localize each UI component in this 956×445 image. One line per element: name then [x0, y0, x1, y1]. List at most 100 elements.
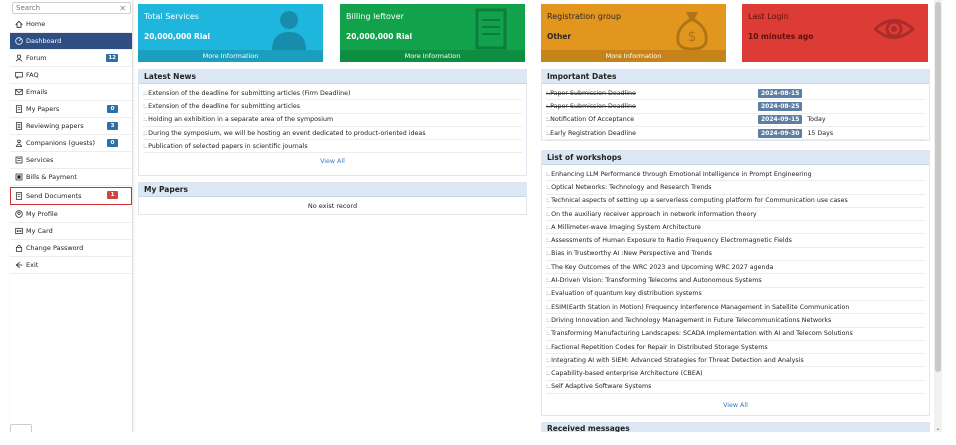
bullet: :. — [546, 316, 551, 324]
more-information-link[interactable]: More Information — [340, 50, 525, 62]
bullet: :. — [546, 263, 551, 271]
workshop-item-text: Assessments of Human Exposure to Radio F… — [551, 237, 792, 245]
scrollbar-thumb[interactable] — [935, 2, 941, 372]
news-item[interactable]: :. During the symposium, we will be hosti… — [143, 127, 522, 141]
sidebar-item-send-documents[interactable]: Send Documents 1 — [10, 187, 132, 205]
registration-group-card: $ Registration group Other More Informat… — [541, 4, 726, 62]
workshop-item[interactable]: :. Transforming Manufacturing Landscapes:… — [546, 328, 925, 341]
news-view-all-link[interactable]: View All — [139, 158, 526, 165]
sidebar-item-change-password[interactable]: Change Password — [10, 240, 132, 257]
date-label-text: Paper Submission Deadline — [550, 89, 636, 97]
workshop-item-text: AI-Driven Vision: Transforming Telecoms … — [551, 277, 762, 285]
workshop-item[interactable]: :. The Key Outcomes of the WRC 2023 and U… — [546, 261, 925, 275]
more-information-link[interactable]: More Information — [541, 50, 726, 62]
workshop-item[interactable]: :. ESIM(Earth Station in Motion) Frequenc… — [546, 301, 925, 315]
sidebar-item-label: Bills & Payment — [26, 173, 77, 181]
date-label: :.Paper Submission Deadline — [546, 90, 758, 97]
card-value: 20,000,000 Rial — [144, 32, 211, 41]
bullet: :. — [546, 197, 551, 205]
sidebar-item-label: Dashboard — [26, 37, 62, 45]
paper-icon — [14, 105, 23, 114]
workshop-item[interactable]: :. On the auxiliary receiver approach in … — [546, 208, 925, 222]
sidebar-item-my-card[interactable]: My Card — [10, 223, 132, 240]
bullet: :. — [546, 383, 551, 391]
workshop-item[interactable]: :. Capability-based enterprise Architectu… — [546, 367, 925, 381]
bullet: :. — [546, 250, 551, 258]
news-item-text: During the symposium, we will be hosting… — [148, 129, 426, 137]
workshops-view-all-link[interactable]: View All — [542, 402, 929, 409]
sidebar-item-exit[interactable]: Exit — [10, 257, 132, 274]
services-icon — [14, 156, 23, 165]
last-login-card: Last Login 10 minutes ago — [742, 4, 928, 62]
workshop-item[interactable]: :. Integrating AI with SIEM: Advanced Str… — [546, 354, 925, 368]
sidebar-item-label: Change Password — [26, 244, 84, 252]
date-label-text: Paper Submission Deadline — [550, 102, 636, 110]
sidebar-menu: Home Dashboard Forum 12 FAQ Emails My Papers 0 R… — [10, 16, 132, 274]
panel-title: Important Dates — [542, 70, 929, 84]
workshop-item[interactable]: :. Assessments of Human Exposure to Radio… — [546, 234, 925, 248]
date-note: 15 Days — [807, 129, 834, 137]
count-badge: 12 — [106, 54, 118, 62]
workshop-item[interactable]: :. Driving Innovation and Technology Mana… — [546, 314, 925, 328]
profile-icon — [14, 210, 23, 219]
date-label: :.Paper Submission Deadline — [546, 103, 758, 110]
workshop-item[interactable]: :. Self Adaptive Software Systems — [546, 381, 925, 395]
workshop-item[interactable]: :. Technical aspects of setting up a serv… — [546, 195, 925, 208]
bullet: :. — [546, 370, 551, 378]
email-icon — [14, 88, 23, 97]
workshop-item[interactable]: :. A Millimeter-wave Imaging System Archi… — [546, 221, 925, 235]
workshop-item[interactable]: :. AI-Driven Vision: Transforming Telecom… — [546, 274, 925, 288]
date-row: :.Notification Of Acceptance 2024-09-15 To… — [546, 114, 925, 127]
date-badge: 2024-08-25 — [758, 101, 803, 111]
workshop-item[interactable]: :. Evaluation of quantum key distribution… — [546, 288, 925, 301]
news-item[interactable]: :. Extension of the deadline for submitti… — [143, 100, 522, 114]
news-item[interactable]: :. Holding an exhibition in a separate ar… — [143, 114, 522, 127]
bullet: :. — [546, 356, 551, 364]
bullet: :. — [546, 277, 551, 285]
sidebar-item-faq[interactable]: FAQ — [10, 67, 132, 84]
bullet: :. — [546, 343, 551, 351]
sidebar-item-dashboard[interactable]: Dashboard — [10, 33, 132, 50]
sidebar-footer-tab[interactable] — [10, 424, 32, 432]
sidebar-item-services[interactable]: Services — [10, 152, 132, 169]
sidebar-item-home[interactable]: Home — [10, 16, 132, 33]
important-dates-panel: Important Dates :.Paper Submission Deadl… — [541, 69, 930, 141]
money-bag-icon: $ — [676, 12, 708, 50]
date-label-text: Notification Of Acceptance — [550, 116, 635, 124]
sidebar-item-emails[interactable]: Emails — [10, 84, 132, 101]
empty-message: No exist record — [307, 202, 358, 210]
bullet: :. — [143, 116, 148, 124]
news-item-text: Publication of selected papers in scient… — [148, 142, 308, 150]
sidebar-item-my-profile[interactable]: My Profile — [10, 206, 132, 223]
close-icon[interactable]: ✕ — [119, 3, 126, 14]
news-item[interactable]: :. Extension of the deadline for submitti… — [143, 87, 522, 101]
sidebar-item-bills-payment[interactable]: Bills & Payment — [10, 169, 132, 186]
sidebar-item-forum[interactable]: Forum 12 — [10, 50, 132, 67]
more-information-link[interactable]: More Information — [138, 50, 323, 62]
page-scrollbar[interactable] — [934, 0, 942, 432]
workshop-item[interactable]: :. Bias in Trustworthy AI :New Perspectiv… — [546, 248, 925, 262]
scroll-down-icon[interactable]: ⌄ — [934, 425, 942, 433]
card-value: 10 minutes ago — [748, 32, 814, 41]
workshop-item[interactable]: :. Factional Repetition Codes for Repair … — [546, 341, 925, 355]
card-icon — [14, 227, 23, 236]
sidebar-item-label: Companions (guests) — [26, 139, 96, 147]
bullet: :. — [546, 237, 551, 245]
card-value: 20,000,000 Rial — [346, 32, 413, 41]
news-item[interactable]: :. Publication of selected papers in scie… — [143, 140, 522, 154]
news-item-text: Extension of the deadline for submitting… — [148, 89, 351, 97]
panel-title: Latest News — [139, 70, 526, 84]
workshop-item-text: Self Adaptive Software Systems — [551, 383, 652, 391]
sidebar-item-my-papers[interactable]: My Papers 0 — [10, 101, 132, 118]
workshop-item[interactable]: :. Optical Networks: Technology and Resea… — [546, 181, 925, 195]
search-input[interactable] — [13, 3, 113, 13]
sidebar-item-reviewing-papers[interactable]: Reviewing papers 3 — [10, 118, 132, 135]
workshop-item-text: On the auxiliary receiver approach in ne… — [551, 210, 757, 218]
workshops-panel: List of workshops :. Enhancing LLM Perfor… — [541, 150, 930, 416]
date-label-text: Early Registration Deadline — [550, 129, 636, 137]
date-row: :.Paper Submission Deadline 2024-08-25 — [546, 100, 925, 114]
news-item-text: Holding an exhibition in a separate area… — [148, 116, 334, 124]
workshop-item[interactable]: :. Enhancing LLM Performance through Emot… — [546, 168, 925, 182]
workshop-item-text: Integrating AI with SIEM: Advanced Strat… — [551, 356, 804, 364]
sidebar-item-companions-guests[interactable]: Companions (guests) 0 — [10, 135, 132, 152]
